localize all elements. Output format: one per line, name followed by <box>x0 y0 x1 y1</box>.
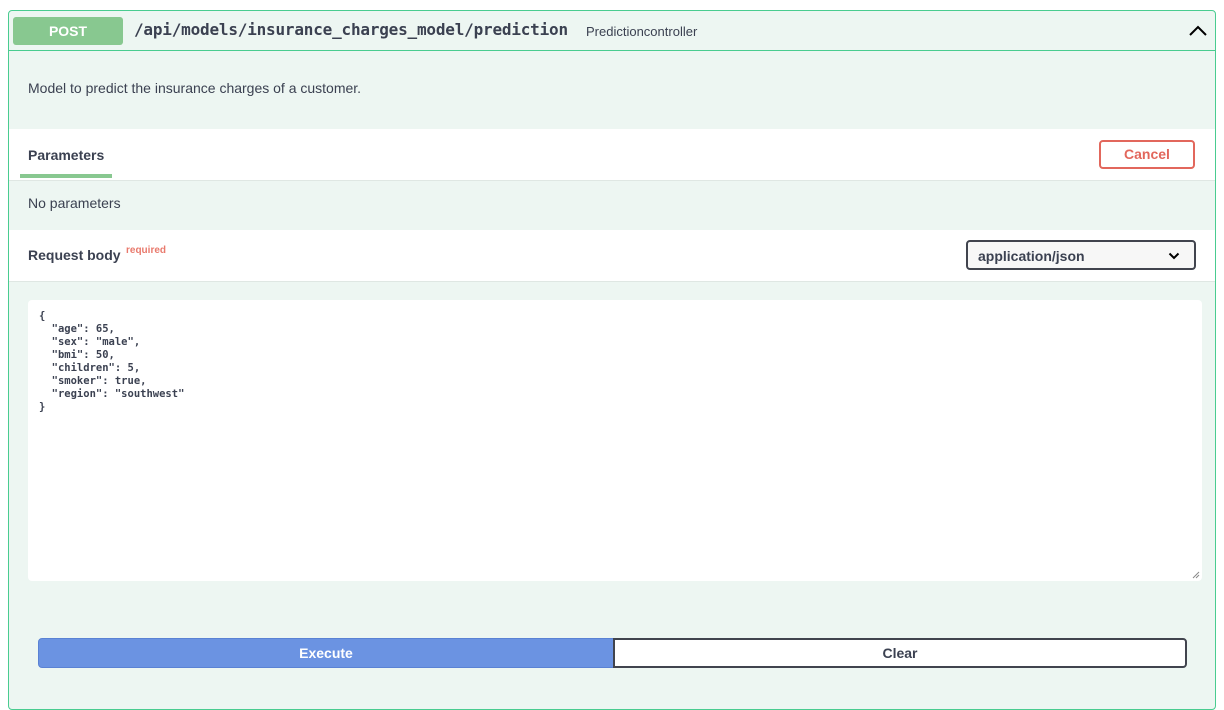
chevron-down-icon <box>1168 252 1180 260</box>
request-body-json[interactable]: { "age": 65, "sex": "male", "bmi": 50, "… <box>39 310 1191 414</box>
chevron-up-icon[interactable] <box>1187 21 1209 41</box>
operation-summary[interactable]: POST /api/models/insurance_charges_model… <box>9 11 1215 51</box>
request-body-editor[interactable]: { "age": 65, "sex": "male", "bmi": 50, "… <box>28 300 1202 581</box>
no-parameters-text: No parameters <box>28 195 121 211</box>
controller-label: Predictioncontroller <box>586 24 698 39</box>
resize-grip-icon[interactable] <box>1192 571 1200 579</box>
required-label: required <box>126 245 167 256</box>
endpoint-path: /api/models/insurance_charges_model/pred… <box>134 20 568 39</box>
content-type-value: application/json <box>978 248 1085 264</box>
clear-button[interactable]: Clear <box>613 638 1187 668</box>
request-body-header: Request body required application/json <box>9 230 1215 282</box>
request-body-title: Request body <box>28 247 121 263</box>
content-type-select[interactable]: application/json <box>966 240 1196 270</box>
method-badge: POST <box>13 17 123 45</box>
execute-button[interactable]: Execute <box>38 638 614 668</box>
tab-parameters[interactable]: Parameters <box>28 147 104 163</box>
operation-description: Model to predict the insurance charges o… <box>28 80 362 96</box>
operation-block: POST /api/models/insurance_charges_model… <box>8 10 1216 710</box>
parameters-header: Parameters Cancel <box>9 129 1215 181</box>
cancel-button[interactable]: Cancel <box>1099 140 1195 169</box>
tab-underline <box>20 174 112 178</box>
